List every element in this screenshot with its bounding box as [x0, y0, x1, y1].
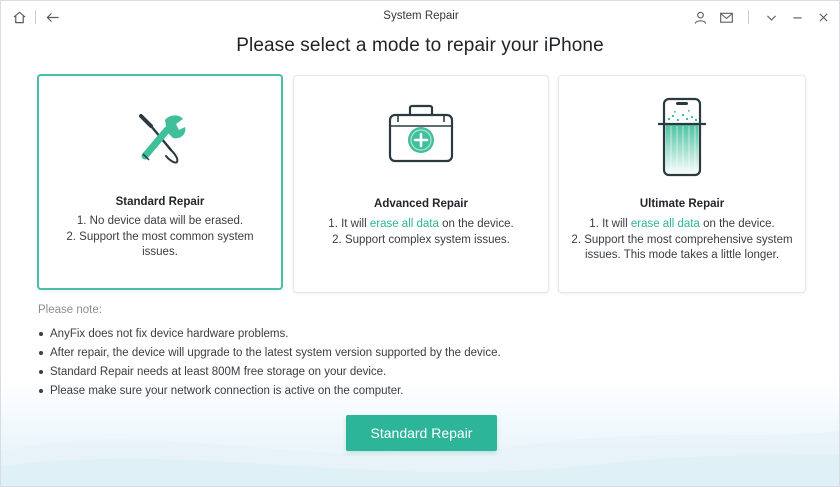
mode-card-advanced-repair[interactable]: Advanced Repair 1. It will erase all dat…: [293, 75, 549, 293]
app-window: System Repair Please select a mode to re…: [0, 0, 840, 487]
card-description: 1. It will erase all data on the device.…: [567, 217, 797, 264]
card-desc-text: 1. It will: [589, 218, 631, 230]
note-item: AnyFix does not fix device hardware prob…: [38, 327, 501, 346]
menu-button[interactable]: [761, 7, 781, 27]
erase-all-data-highlight: erase all data: [630, 218, 700, 230]
note-item: Please make sure your network connection…: [38, 384, 501, 403]
card-title: Advanced Repair: [374, 198, 468, 210]
chevron-down-icon: [766, 14, 776, 21]
card-description: 1. No device data will be erased. 2. Sup…: [47, 214, 273, 261]
card-description: 1. It will erase all data on the device.…: [302, 217, 540, 248]
mode-card-standard-repair[interactable]: Standard Repair 1. No device data will b…: [37, 74, 283, 290]
card-desc-line: 2. Support the most comprehensive system: [571, 233, 793, 246]
card-desc-line: 2. Support the most common system issues…: [66, 230, 254, 259]
note-item: Standard Repair needs at least 800M free…: [38, 365, 501, 384]
notes-title: Please note:: [38, 304, 102, 316]
user-icon: [694, 11, 706, 24]
erase-all-data-highlight: erase all data: [369, 218, 439, 230]
title-bar-separator: [748, 10, 749, 24]
title-bar: System Repair: [1, 1, 839, 33]
notes-list: AnyFix does not fix device hardware prob…: [38, 327, 501, 403]
mode-card-ultimate-repair[interactable]: Ultimate Repair 1. It will erase all dat…: [558, 75, 806, 293]
note-item: After repair, the device will upgrade to…: [38, 346, 501, 365]
minimize-button[interactable]: [787, 7, 807, 27]
tools-icon: [139, 114, 186, 164]
card-desc-text: 1. It will: [328, 218, 370, 230]
card-desc-line: 1. No device data will be erased.: [76, 215, 244, 227]
standard-repair-button[interactable]: Standard Repair: [346, 415, 497, 451]
card-title: Ultimate Repair: [639, 198, 725, 210]
card-desc-text: on the device.: [438, 218, 514, 230]
phone-scan-icon: [658, 97, 706, 177]
card-desc-line: issues. This mode takes a little longer.: [584, 249, 780, 261]
card-desc-line: 1. It will erase all data on the device.: [567, 217, 797, 233]
card-desc-line: 1. It will erase all data on the device.: [302, 217, 540, 233]
card-title: Standard Repair: [115, 196, 205, 208]
minimize-icon: [792, 16, 802, 18]
card-icon-wrap: [294, 102, 548, 164]
close-icon: [818, 12, 828, 22]
card-desc-text: on the device.: [699, 218, 775, 230]
close-button[interactable]: [813, 7, 833, 27]
first-aid-kit-icon: [388, 104, 454, 163]
card-icon-wrap: [39, 110, 281, 166]
card-icon-wrap: [559, 96, 805, 180]
page-heading: Please select a mode to repair your iPho…: [236, 35, 604, 56]
card-desc-line: 2. Support complex system issues.: [332, 233, 510, 246]
account-button[interactable]: [690, 7, 710, 27]
title-bar-right: [690, 7, 833, 27]
mail-icon: [719, 12, 733, 23]
feedback-button[interactable]: [716, 7, 736, 27]
